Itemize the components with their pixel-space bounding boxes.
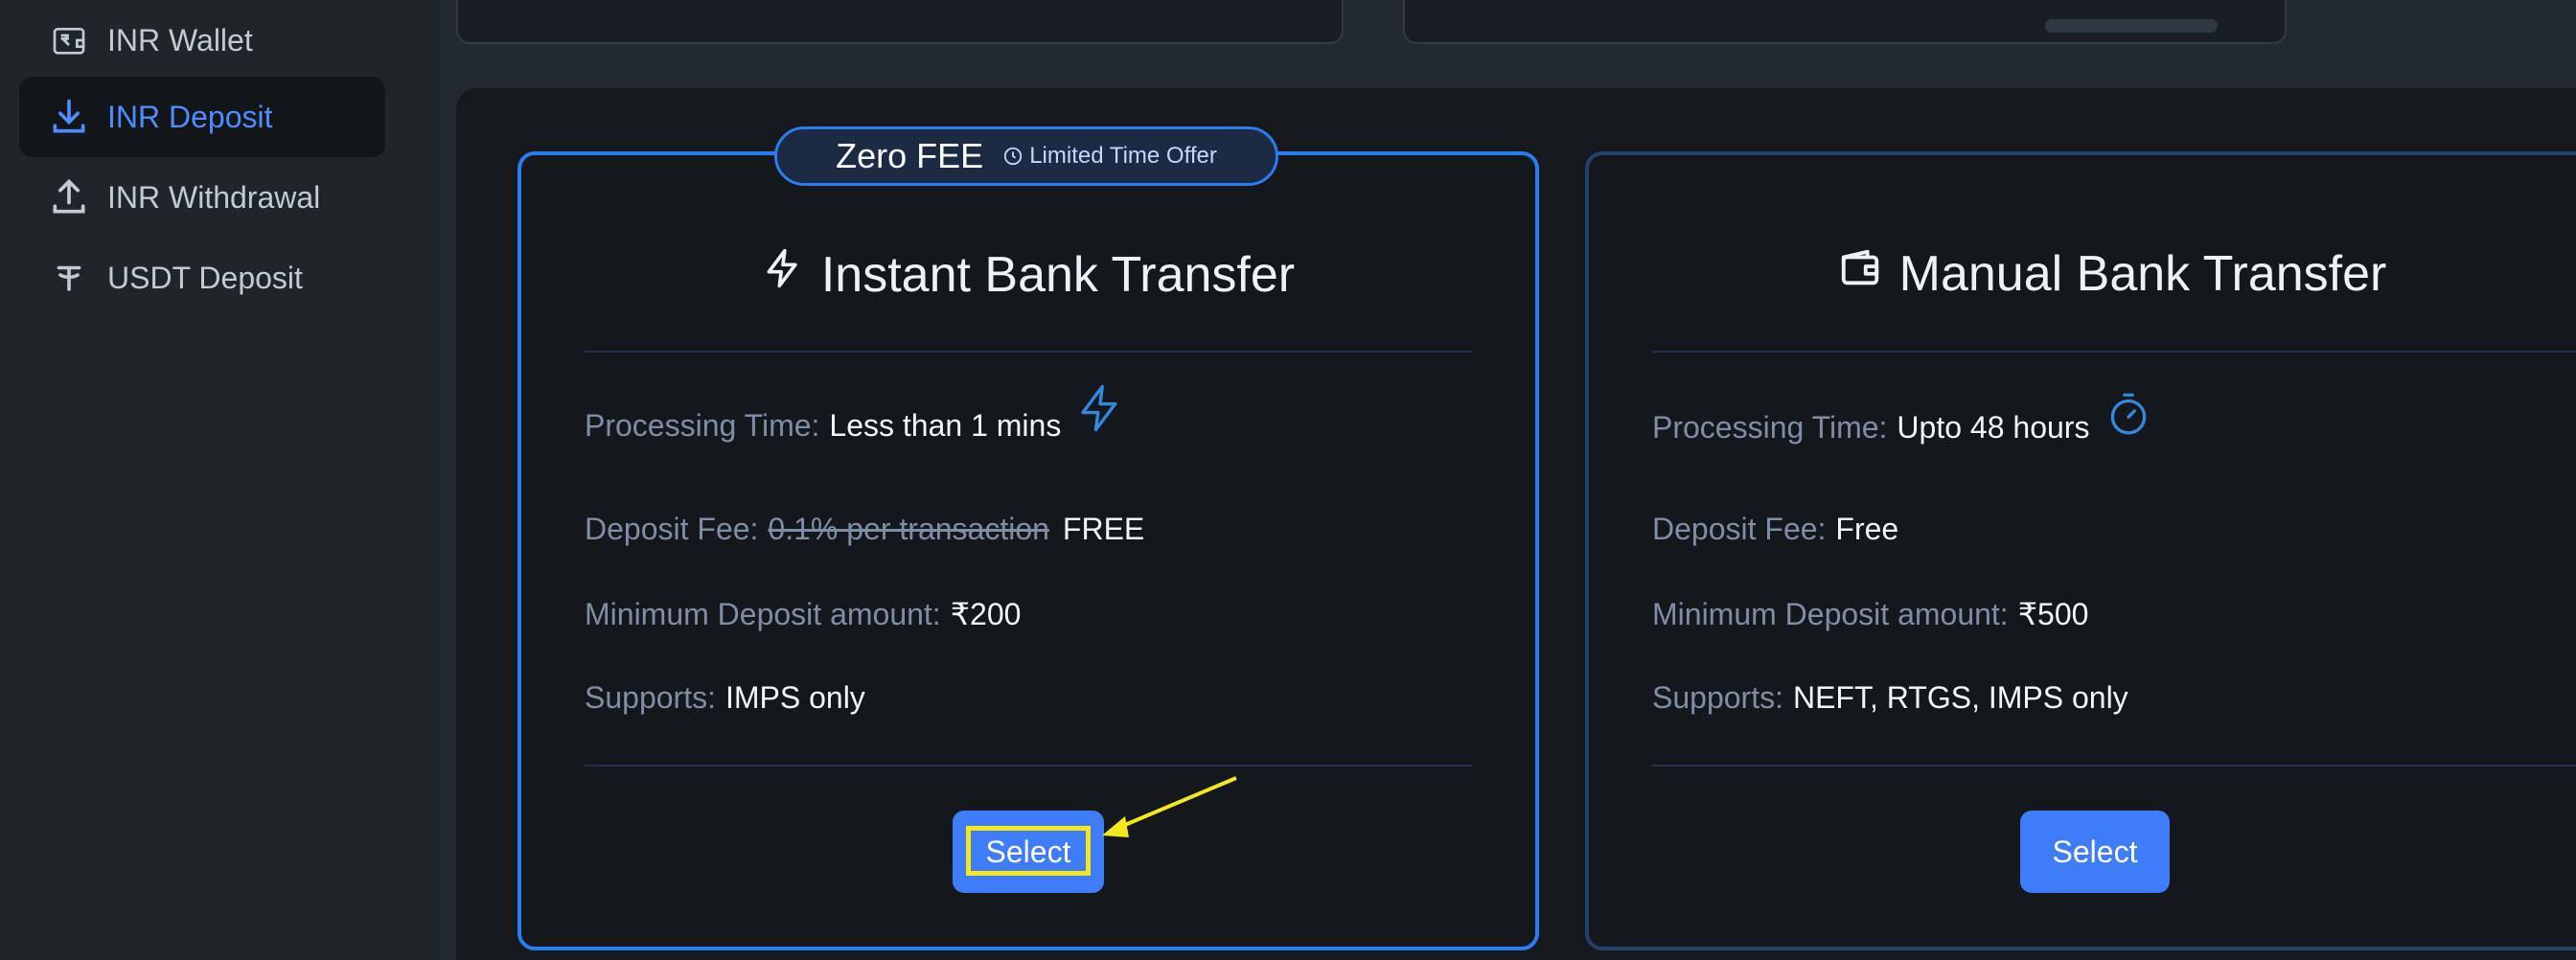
supports-value: NEFT, RTGS, IMPS only xyxy=(1792,680,2128,715)
upload-icon xyxy=(46,174,92,220)
sidebar-item-inr-wallet[interactable]: INR Wallet xyxy=(19,0,385,80)
sidebar-item-label: INR Deposit xyxy=(107,99,273,134)
instant-select-button[interactable]: Select xyxy=(953,811,1104,893)
sidebar-item-label: USDT Deposit xyxy=(107,260,303,295)
min-label: Minimum Deposit amount: xyxy=(1652,596,2009,631)
minimum-deposit-row: Minimum Deposit amount: ₹500 xyxy=(1652,596,2088,632)
processing-value: Upto 48 hours xyxy=(1897,409,2090,445)
badge-title: Zero FEE xyxy=(836,136,984,175)
sidebar-item-inr-withdrawal[interactable]: INR Withdrawal xyxy=(19,157,385,238)
pointer-arrow-icon xyxy=(1102,776,1237,837)
deposit-fee-row: Deposit Fee: Free xyxy=(1652,512,1898,547)
min-value: ₹500 xyxy=(2017,597,2089,631)
wallet-icon xyxy=(46,17,92,63)
zero-fee-badge: Zero FEE Limited Time Offer xyxy=(774,126,1278,186)
processing-label: Processing Time: xyxy=(585,408,820,443)
lightning-icon xyxy=(762,245,821,304)
wallet-icon xyxy=(1838,245,1899,303)
supports-row: Supports: IMPS only xyxy=(585,680,865,716)
sidebar-item-label: INR Withdrawal xyxy=(107,179,321,215)
top-card-button[interactable] xyxy=(2045,19,2218,33)
supports-label: Supports: xyxy=(1652,680,1783,715)
badge-offer: Limited Time Offer xyxy=(1002,143,1217,170)
sidebar: INR Wallet INR Deposit INR Withdrawal US… xyxy=(0,0,441,960)
manual-select-button[interactable]: Select xyxy=(2020,811,2170,893)
processing-label: Processing Time: xyxy=(1652,409,1888,445)
download-icon xyxy=(46,94,92,140)
minimum-deposit-row: Minimum Deposit amount: ₹200 xyxy=(585,596,1021,632)
divider xyxy=(585,351,1472,353)
fee-label: Deposit Fee: xyxy=(585,512,759,546)
fee-label: Deposit Fee: xyxy=(1652,512,1827,546)
deposit-fee-row: Deposit Fee: 0.1% per transaction FREE xyxy=(585,512,1144,547)
sidebar-item-usdt-deposit[interactable]: USDT Deposit xyxy=(19,238,385,318)
processing-time-row: Processing Time: Upto 48 hours xyxy=(1652,393,2152,446)
lightning-outline-icon xyxy=(1074,380,1126,444)
sidebar-item-inr-deposit[interactable]: INR Deposit xyxy=(19,77,385,157)
sidebar-item-label: INR Wallet xyxy=(107,22,253,57)
fee-old-value: 0.1% per transaction xyxy=(768,512,1049,546)
min-value: ₹200 xyxy=(950,597,1022,631)
supports-label: Supports: xyxy=(585,680,716,715)
fee-value: Free xyxy=(1835,512,1899,546)
supports-value: IMPS only xyxy=(724,680,865,715)
card-title: Instant Bank Transfer xyxy=(521,245,1535,304)
badge-offer-text: Limited Time Offer xyxy=(1029,143,1217,169)
tether-icon xyxy=(46,255,92,301)
divider xyxy=(585,765,1472,766)
manual-transfer-card: Manual Bank Transfer Processing Time: Up… xyxy=(1585,151,2576,950)
card-title: Manual Bank Transfer xyxy=(1589,245,2576,303)
divider xyxy=(1652,351,2576,353)
clock-icon xyxy=(1002,146,1024,167)
divider xyxy=(1652,765,2576,766)
instant-transfer-card: Instant Bank Transfer Processing Time: L… xyxy=(518,151,1539,950)
processing-value: Less than 1 mins xyxy=(829,408,1062,443)
processing-time-row: Processing Time: Less than 1 mins xyxy=(585,384,1126,444)
top-card-right xyxy=(1403,0,2287,44)
top-card-left xyxy=(456,0,1344,44)
stopwatch-icon xyxy=(2104,387,2152,446)
fee-value: FREE xyxy=(1062,512,1145,546)
min-label: Minimum Deposit amount: xyxy=(585,596,941,631)
supports-row: Supports: NEFT, RTGS, IMPS only xyxy=(1652,680,2128,716)
